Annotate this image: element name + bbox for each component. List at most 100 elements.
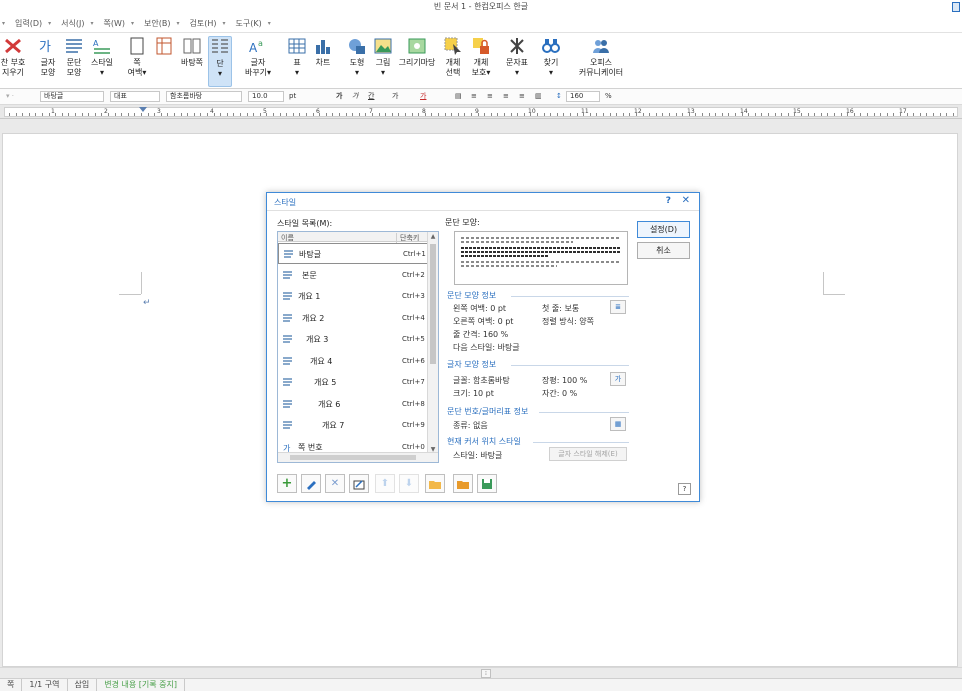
language-select[interactable]: 대표 [110, 91, 160, 102]
edit-style-icon[interactable] [301, 474, 321, 493]
font-select[interactable]: 함초롬바탕 [166, 91, 242, 102]
menu-page[interactable]: 쪽(W) ▾ [104, 18, 135, 29]
menu-overflow[interactable]: ▾ [2, 20, 5, 27]
page-margin-button[interactable]: 쪽 여백▾ [124, 36, 150, 78]
italic-button[interactable]: 가 [352, 91, 358, 102]
menu-format[interactable]: 서식(J) ▾ [61, 18, 93, 29]
import-style-icon[interactable] [425, 474, 445, 493]
style-list-item[interactable]: 개요 6 Ctrl+8 [278, 394, 428, 415]
column-shortcut-header[interactable]: 단축키 [396, 233, 419, 243]
style-select[interactable]: 바탕글 [40, 91, 104, 102]
ruler-tick [9, 113, 10, 116]
font-size-unit[interactable]: pt [289, 91, 296, 102]
help-icon[interactable]: ? [666, 196, 671, 206]
ruler-tick [299, 113, 301, 116]
master-page-button[interactable]: 바탕쪽 [178, 36, 206, 68]
font-size-input[interactable]: 10.0 [248, 91, 284, 102]
line-spacing-input[interactable]: 160 [566, 91, 600, 102]
menu-security[interactable]: 보안(B) ▾ [144, 18, 179, 29]
style-list-item[interactable]: 개요 7 Ctrl+9 [278, 415, 428, 436]
scroll-split-button[interactable]: ⁝ [481, 669, 491, 678]
menu-insert[interactable]: 입력(D) ▾ [15, 18, 51, 29]
menu-review[interactable]: 검토(H) ▾ [190, 18, 226, 29]
replace-style-icon[interactable] [349, 474, 369, 493]
clipart-button[interactable]: 그리기마당 [396, 36, 438, 68]
release-char-style-button[interactable]: 글자 스타일 해제(E) [549, 447, 627, 461]
style-list-item[interactable]: 개요 5 Ctrl+7 [278, 372, 428, 393]
strike-button[interactable]: 가 [392, 91, 398, 102]
menu-tools[interactable]: 도구(K) ▾ [236, 18, 271, 29]
change-char-button[interactable]: Aa 글자 바꾸기▾ [242, 36, 274, 78]
para-shape-button[interactable]: 문단 모양 [62, 36, 86, 78]
symbol-button[interactable]: 문자표 ▾ [504, 36, 530, 78]
page-border-button[interactable] [152, 36, 176, 58]
delete-style-icon[interactable]: ✕ [325, 474, 345, 493]
style-list-item[interactable]: 본문 Ctrl+2 [278, 265, 428, 286]
ruler-tick [675, 113, 677, 116]
align-distribute-icon[interactable]: ≡ [519, 91, 525, 102]
numbering-edit-icon[interactable]: ▦ [610, 417, 626, 431]
find-button[interactable]: 찾기 ▾ [540, 36, 562, 78]
horizontal-ruler[interactable]: 1 2 3 4 5 6 7 8 9 10 11 12 13 14 15 16 17 [0, 105, 962, 119]
align-left-icon[interactable]: ≡ [471, 91, 477, 102]
style-list-item[interactable]: 개요 3 Ctrl+5 [278, 329, 428, 350]
columns-button[interactable]: 단 ▾ [208, 36, 232, 87]
window-control-icon[interactable] [952, 2, 960, 12]
char-shape-button[interactable]: 가 글자 모양 [36, 36, 60, 78]
para-style-icon [283, 270, 292, 279]
status-track-changes[interactable]: 변경 내용 [기록 중지] [97, 679, 186, 691]
status-insert-mode[interactable]: 삽입 [68, 679, 98, 691]
ruler-tick [332, 113, 334, 116]
style-list-vscroll[interactable]: ▲ ▼ [427, 232, 438, 454]
close-icon[interactable]: ✕ [682, 195, 690, 206]
ruler-tick [768, 113, 769, 116]
align-justify-icon[interactable]: ▤ [455, 91, 462, 102]
style-listbox[interactable]: 이름 단축키 바탕글 Ctrl+1 본문 Ctrl+2 개요 1 Ctrl+3 개요 2 Ct… [277, 231, 439, 463]
save-style-icon[interactable] [477, 474, 497, 493]
style-list-item[interactable]: 개요 2 Ctrl+4 [278, 308, 428, 329]
chart-button[interactable]: 차트 [312, 36, 334, 68]
horizontal-scrollbar[interactable]: ⁝ [0, 667, 962, 678]
shape-button[interactable]: 도형 ▾ [346, 36, 368, 78]
font-color-button[interactable]: 가 [420, 91, 426, 102]
style-list-item[interactable]: 개요 4 Ctrl+6 [278, 351, 428, 372]
align-split-icon[interactable]: ▥ [535, 91, 542, 102]
style-name: 본문 [302, 270, 317, 280]
communicator-button[interactable]: 오피스 커뮤니케이터 [574, 36, 628, 78]
dialog-help-button[interactable]: ? [678, 483, 691, 495]
style-list-item[interactable]: 개요 1 Ctrl+3 [278, 286, 428, 307]
align-center-icon[interactable]: ≡ [487, 91, 493, 102]
style-button[interactable]: A 스타일 ▾ [88, 36, 116, 78]
style-list-item[interactable]: 바탕글 Ctrl+1 [278, 243, 428, 264]
dialog-titlebar[interactable]: 스타일 ? ✕ [267, 193, 699, 211]
cancel-button[interactable]: 취소 [637, 242, 690, 259]
font-select-value: 함초롬바탕 [170, 92, 203, 100]
export-style-icon[interactable] [453, 474, 473, 493]
bold-button[interactable]: 가 [336, 91, 342, 102]
section-divider [539, 412, 629, 413]
underline-button[interactable]: 간 [368, 91, 374, 102]
scroll-thumb[interactable] [290, 455, 416, 460]
para-shape-edit-icon[interactable]: ≣ [610, 300, 626, 314]
indent-marker-icon[interactable] [139, 107, 147, 112]
object-protect-button[interactable]: 개체 보호▾ [468, 36, 494, 78]
style-list-hscroll[interactable] [278, 452, 438, 462]
para-info-title: 문단 모양 정보 [447, 291, 497, 300]
style-name: 개요 5 [314, 378, 337, 387]
clear-mark-button[interactable]: 찬 부호 지우기 [0, 36, 28, 78]
line-spacing-icon: ↕ [556, 92, 562, 100]
align-right-icon[interactable]: ≡ [503, 91, 509, 102]
char-shape-edit-icon[interactable]: 가 [610, 372, 626, 386]
scroll-thumb[interactable] [430, 244, 436, 364]
column-name-header[interactable]: 이름 [281, 233, 294, 243]
table-button[interactable]: 표 ▾ [286, 36, 308, 78]
info-line-spacing: 줄 간격: 160 % [453, 330, 509, 339]
ok-button[interactable]: 설정(D) [637, 221, 690, 238]
object-select-button[interactable]: 개체 선택 [442, 36, 464, 78]
add-style-icon[interactable]: + [277, 474, 297, 493]
move-down-icon[interactable]: ⬇ [399, 474, 419, 493]
picture-button[interactable]: 그림 ▾ [372, 36, 394, 78]
ruler-tick [405, 113, 406, 116]
move-up-icon[interactable]: ⬆ [375, 474, 395, 493]
scroll-up-arrow-icon[interactable]: ▲ [429, 232, 437, 241]
